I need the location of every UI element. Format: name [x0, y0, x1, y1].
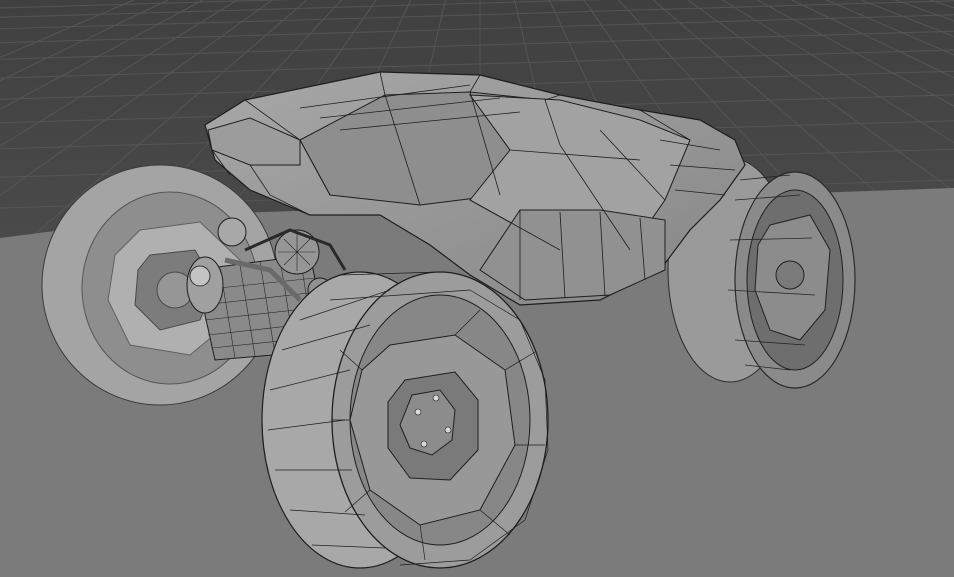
wheel-front-right-icon[interactable]: [261, 271, 549, 569]
viewport-canvas[interactable]: [0, 0, 954, 577]
3d-viewport[interactable]: [0, 0, 954, 577]
